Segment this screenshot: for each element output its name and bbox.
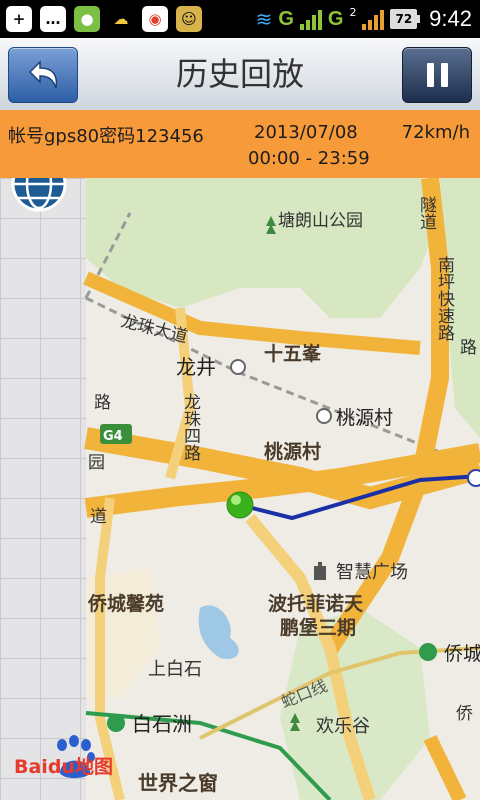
title-bar: 历史回放 bbox=[0, 38, 480, 111]
add-notification-icon: + bbox=[6, 6, 32, 32]
wifi-icon: ≋ bbox=[255, 7, 273, 31]
map-view[interactable]: 塘朗山公园 龙珠大道 龙井 十五峯 桃源村 桃源村 龙珠四路 隧道 南坪快速路 … bbox=[0, 178, 480, 800]
label-shangbaishi: 上白石 bbox=[148, 659, 202, 680]
metro-station-icon bbox=[419, 643, 437, 661]
network-type-1: G bbox=[278, 7, 294, 30]
label-shijiezhichuang: 世界之窗 bbox=[138, 771, 218, 795]
microphone-icon: ● bbox=[74, 6, 100, 32]
label-taoyuancun-station: 桃源村 bbox=[336, 407, 393, 429]
label-baishizhou: 白石洲 bbox=[132, 712, 192, 736]
label-bosuofeinuotian: 波托菲诺天 bbox=[268, 592, 364, 615]
track-info-bar: 帐号gps80密码123456 2013/07/08 72km/h 00:00 … bbox=[0, 110, 480, 178]
chat-icon: … bbox=[40, 6, 66, 32]
metro-station-icon bbox=[107, 714, 125, 732]
back-button[interactable] bbox=[8, 47, 78, 103]
station-marker bbox=[316, 408, 332, 424]
signal-1-icon bbox=[299, 8, 322, 30]
status-bar: + … ● ☁ ◉ ☺ ≋ G G 2 72 9:42 bbox=[0, 0, 480, 38]
label-qiaocheng-xinyuan: 侨城馨苑 bbox=[87, 592, 164, 615]
pause-button[interactable] bbox=[402, 47, 472, 103]
building-icon bbox=[314, 562, 326, 580]
map-layer-button[interactable] bbox=[10, 178, 68, 214]
label-huanlegu: 欢乐谷 bbox=[316, 716, 370, 737]
browser-icon: ◉ bbox=[142, 6, 168, 32]
label-longzhu-4th-road: 龙珠四路 bbox=[180, 393, 201, 461]
start-marker[interactable] bbox=[226, 491, 254, 519]
label-tanglangshan: 塘朗山公园 bbox=[278, 211, 363, 231]
back-arrow-icon bbox=[28, 60, 58, 89]
sim2-label: 2 bbox=[349, 6, 357, 19]
current-position-marker[interactable] bbox=[467, 469, 480, 487]
label-nanping: 南坪快速路 bbox=[434, 256, 455, 341]
baidu-logo-text: Baidu地图 bbox=[14, 755, 113, 778]
clock: 9:42 bbox=[429, 6, 472, 31]
label-road-fragment-right: 路 bbox=[456, 338, 477, 355]
label-shiwufeng: 十五峯 bbox=[264, 342, 322, 365]
signal-2-icon bbox=[362, 8, 385, 30]
label-tunnel: 隧道 bbox=[416, 196, 437, 230]
account-info: 帐号gps80密码123456 bbox=[8, 126, 204, 147]
label-road-yuan: 园 bbox=[88, 453, 105, 473]
label-g4: G4 bbox=[103, 429, 123, 444]
network-type-2: G bbox=[327, 7, 344, 30]
baidu-map-logo: Baidu地图 bbox=[14, 735, 113, 779]
map-canvas: 塘朗山公园 龙珠大道 龙井 十五峯 桃源村 桃源村 龙珠四路 隧道 南坪快速路 … bbox=[83, 178, 480, 800]
lake bbox=[198, 605, 239, 659]
app-robot-icon: ☺ bbox=[176, 6, 202, 32]
pause-icon bbox=[426, 63, 434, 87]
label-pengbaosanqi: 鹏堡三期 bbox=[280, 616, 356, 639]
current-speed: 72km/h bbox=[401, 122, 470, 143]
battery-indicator: 72 bbox=[390, 9, 420, 29]
label-longjing: 龙井 bbox=[176, 355, 216, 379]
label-qiaocheng: 侨城 bbox=[444, 643, 480, 665]
label-taoyuancun: 桃源村 bbox=[264, 440, 321, 463]
station-marker bbox=[230, 359, 246, 375]
label-road-fragment: 路 bbox=[94, 393, 111, 413]
label-qiao-fragment: 侨 bbox=[452, 704, 473, 721]
playback-date: 2013/07/08 bbox=[254, 122, 358, 143]
playback-time-range: 00:00 - 23:59 bbox=[248, 148, 370, 169]
label-zhihui: 智慧广场 bbox=[336, 562, 408, 583]
label-road-dao: 道 bbox=[90, 507, 107, 527]
weather-icon: ☁ bbox=[113, 10, 129, 28]
